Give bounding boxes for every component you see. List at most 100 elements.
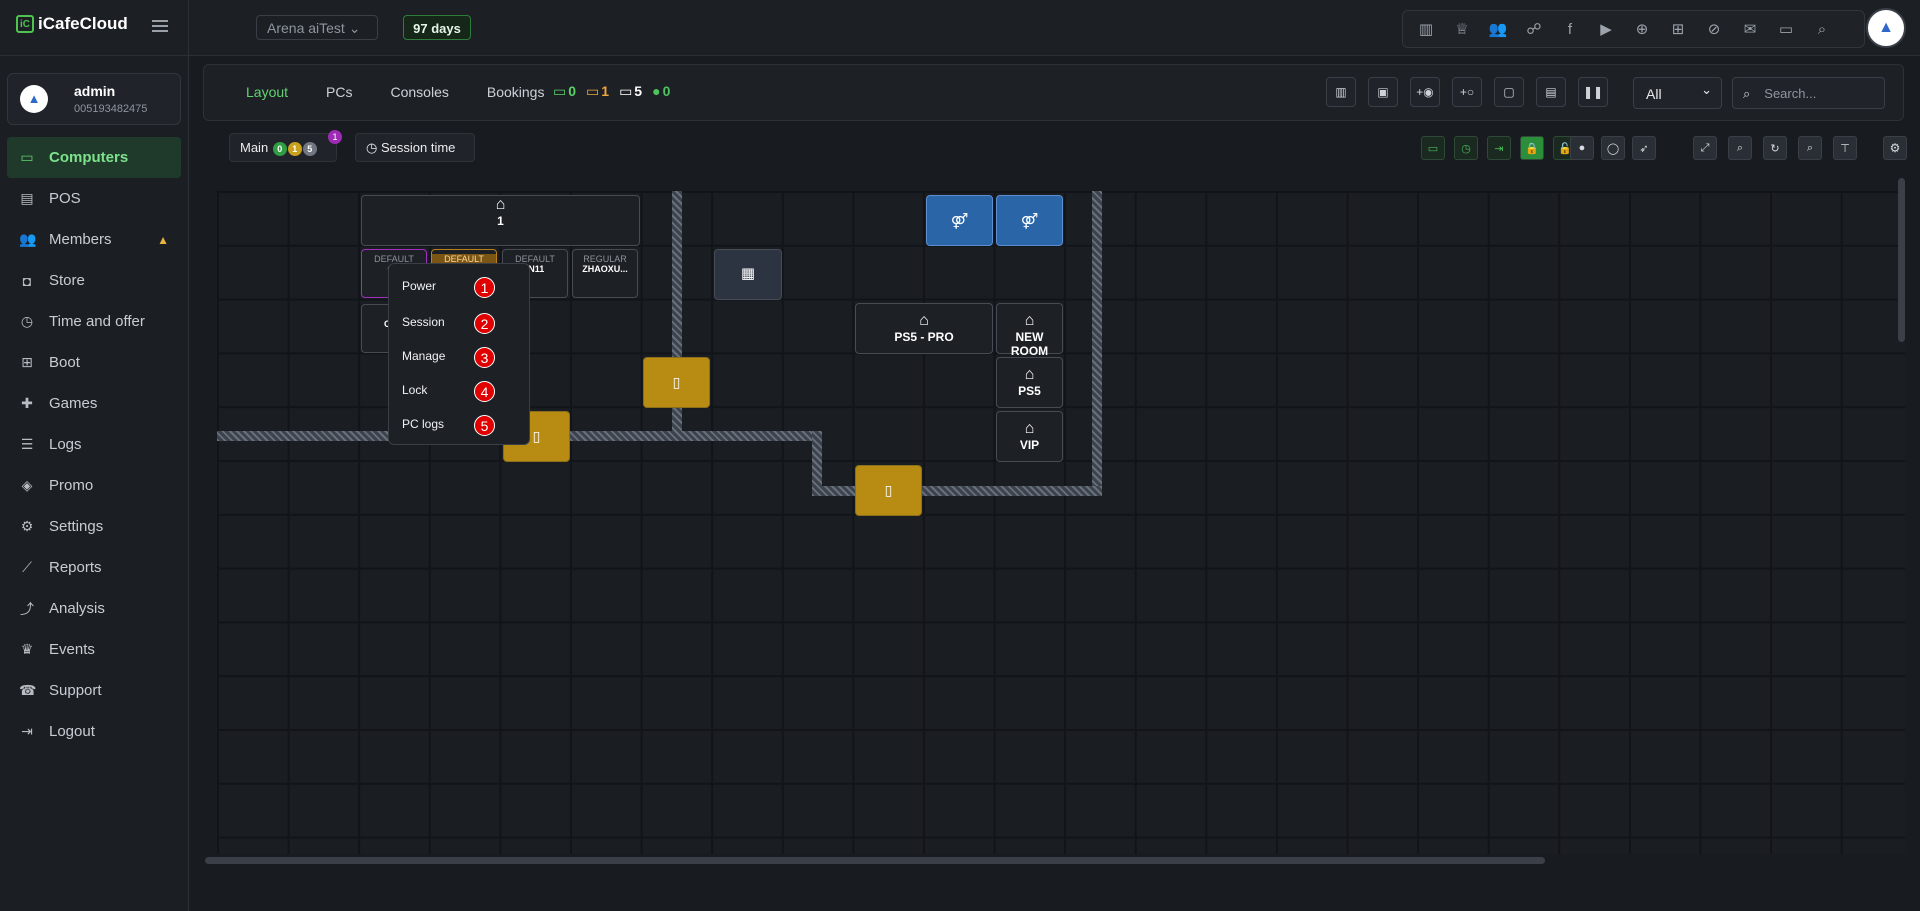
reset-icon[interactable]: ↻ [1763,136,1787,160]
door-icon[interactable]: ▯ [643,357,710,408]
presentation-icon[interactable]: ⊤ [1833,136,1857,160]
status-counters: ▭ 0 ▭ 1 ▭ 5 ● 0 [553,83,670,100]
menu-item-lock[interactable]: Lock 4 [402,381,495,402]
zoom-in-icon[interactable]: ⌕ [1798,136,1822,160]
session-time-button[interactable]: ◷ Session time [355,133,475,162]
mail-icon[interactable]: ✉ [1739,20,1761,38]
tag-icon: ◈ [21,477,33,493]
wall [1092,191,1102,496]
sidebar-item-store[interactable]: ◘ Store [7,260,181,301]
monitor-icon: ▭ [553,83,567,99]
sidebar: ▲ admin 005193482475 ▭ Computers ▤ POS 👥 Me… [0,56,188,911]
sidebar-item-promo[interactable]: ◈ Promo [7,465,181,506]
timer-icon[interactable]: ◷ [1454,136,1478,160]
restroom-icon[interactable]: ⚤ [926,195,993,246]
step-badge: 1 [474,277,495,298]
menu-item-power[interactable]: Power 1 [402,277,495,298]
trophy-icon[interactable]: ♕ [1451,20,1473,38]
eye-off-icon[interactable]: ⊘ [1703,20,1725,38]
receipt-button[interactable]: ▤ [1536,77,1566,107]
sidebar-item-pos[interactable]: ▤ POS [7,178,181,219]
sidebar-item-games[interactable]: ✚ Games [7,383,181,424]
user-card[interactable]: ▲ admin 005193482475 [7,73,181,125]
sidebar-item-logout[interactable]: ⇥ Logout [7,711,181,752]
screen-icon[interactable]: ▭ [1421,136,1445,160]
sidebar-item-reports[interactable]: ⟋ Reports [7,547,181,588]
avatar: ▲ [20,85,48,113]
vertical-scrollbar[interactable] [1898,178,1905,342]
youtube-icon[interactable]: ▶ [1595,20,1617,38]
menu-item-pc-logs[interactable]: PC logs 5 [402,415,495,436]
profile-avatar[interactable]: ▲ [1866,8,1906,48]
zoom-tools: ⤢ ⌕ ↻ ⌕ ⊤ [1693,136,1857,160]
globe-icon[interactable]: ⊕ [1631,20,1653,38]
layout-settings-icon[interactable]: ⚙ [1883,136,1907,160]
sidebar-item-settings[interactable]: ⚙ Settings [7,506,181,547]
menu-item-session[interactable]: Session 2 [402,313,495,334]
sidebar-item-members[interactable]: 👥 Members ▲ [7,219,181,260]
pause-button[interactable]: ❚❚ [1578,77,1608,107]
tab-pcs[interactable]: PCs [326,84,352,100]
timer-icon: ◷ [20,313,34,329]
sidebar-item-time-and-offer[interactable]: ◷ Time and offer [7,301,181,342]
message-icon[interactable]: ◯ [1601,136,1625,160]
sidebar-item-logs[interactable]: ☰ Logs [7,424,181,465]
user-icon[interactable]: ● [1570,136,1594,160]
stats-button[interactable]: ▥ [1326,77,1356,107]
add-member-button[interactable]: +◉ [1410,77,1440,107]
fullscreen-icon[interactable]: ⤢ [1693,136,1717,160]
app-icon[interactable]: ⊞ [1667,20,1689,38]
rocket-icon[interactable]: ➶ [1632,136,1656,160]
search-icon: ⌕ [1743,86,1751,101]
room-new-room[interactable]: ⌂ NEW ROOM [996,303,1063,358]
horizontal-scrollbar[interactable] [205,857,1545,864]
search-icon[interactable]: ⌕ [1811,21,1833,38]
search-input[interactable]: ⌕ Search... [1732,77,1885,109]
sidebar-item-events[interactable]: ♛ Events [7,629,181,670]
phone-icon: ☎ [19,682,37,698]
brand-logo[interactable]: iC iCafeCloud [16,14,128,34]
restroom-icon[interactable]: ⚤ [996,195,1063,246]
sidebar-item-computers[interactable]: ▭ Computers [7,137,181,178]
pc-tile[interactable]: REGULAR ZHAOXU... [572,249,638,298]
list-icon: ☰ [20,436,34,452]
count-online: 0 [272,142,287,156]
sidebar-item-support[interactable]: ☎ Support [7,670,181,711]
user-name: admin [74,83,116,99]
lock-icon[interactable]: 🔒 [1520,136,1544,160]
sidebar-item-analysis[interactable]: ⤴ Analysis [7,588,181,629]
chat-icon[interactable]: ▭ [1775,20,1797,38]
zoom-out-icon[interactable]: ⌕ [1728,136,1752,160]
login-icon[interactable]: ⇥ [1487,136,1511,160]
menu-toggle-icon[interactable] [152,20,168,32]
facebook-icon[interactable]: f [1559,21,1581,38]
add-guest-button[interactable]: +○ [1452,77,1482,107]
count-busy: 1 [287,142,302,156]
tab-bookings[interactable]: Bookings [487,84,545,100]
room-ps5-pro[interactable]: ⌂ PS5 - PRO [855,303,993,354]
crown-icon: ♛ [20,641,34,657]
toolbar: ▥ ▣ +◉ +○ ▢ ▤ ❚❚ [1326,77,1608,107]
pc-action-tools: ▭ ◷ ⇥ 🔒 🔓 [1421,136,1577,160]
screens-button[interactable]: ▢ [1494,77,1524,107]
users-icon[interactable]: 👥 [1487,20,1509,38]
tab-layout[interactable]: Layout [246,84,288,100]
area-tab-main[interactable]: Main 015 1 [229,130,342,162]
sidebar-item-boot[interactable]: ⊞ Boot [7,342,181,383]
door-icon[interactable]: ▯ [855,465,922,516]
menu-item-manage[interactable]: Manage 3 [402,347,495,368]
room-ps5[interactable]: ⌂ PS5 [996,357,1063,408]
ticket-button[interactable]: ▣ [1368,77,1398,107]
step-badge: 3 [474,347,495,368]
filter-select[interactable]: All [1633,77,1722,109]
rss-icon[interactable]: ☍ [1523,20,1545,38]
sidebar-divider [188,0,189,911]
chart-icon[interactable]: ▥ [1415,20,1437,38]
gamepad-icon: ✚ [21,395,33,411]
room-vip[interactable]: ⌂ VIP [996,411,1063,462]
room-1[interactable]: ⌂ 1 [361,195,640,246]
alert-icon: ▲ [157,232,169,247]
branch-selector[interactable]: Arena aiTest ⌄ [256,15,378,40]
tab-consoles[interactable]: Consoles [391,84,449,100]
cashier-icon[interactable]: ▦ [714,249,782,300]
